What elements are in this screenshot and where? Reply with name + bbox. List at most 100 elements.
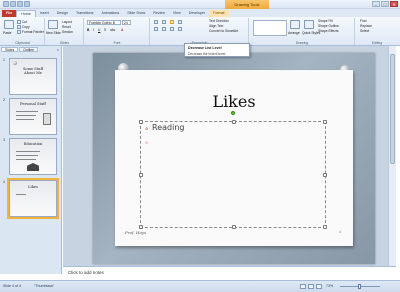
replace-button[interactable]: Replace [360,24,372,28]
slides-panel: Slides Outline × 1 Some Stuff About Me 2… [0,46,62,274]
align-center-button[interactable] [162,27,167,32]
signature-text: Prof. Hays [125,230,147,235]
slide-thumbnail-1[interactable]: Some Stuff About Me [9,58,57,95]
shadow-button[interactable]: S [104,28,106,32]
slide-thumbnail-2[interactable]: Personal Stuff [9,98,57,135]
tab-review[interactable]: Review [149,10,169,17]
zoom-level[interactable]: 73% [326,284,333,288]
new-slide-button[interactable]: New Slide [46,31,61,35]
ribbon: Paste Cut Copy Format Painter Clipboard … [0,17,400,46]
numbering-button[interactable] [162,20,167,25]
find-button[interactable]: Find [360,19,366,23]
increase-list-level-button[interactable] [178,20,183,25]
panel-close-icon[interactable]: × [57,47,59,52]
align-left-button[interactable] [154,27,159,32]
tab-outline[interactable]: Outline [19,47,38,52]
align-right-button[interactable] [170,27,175,32]
tab-view[interactable]: View [169,10,185,17]
resize-handle[interactable] [232,225,236,229]
font-color-button[interactable]: A [121,28,123,32]
paste-button[interactable]: Paste [3,31,11,35]
resize-handle[interactable] [139,173,143,177]
tab-developer[interactable]: Developer [185,10,209,17]
normal-view-button[interactable] [300,284,306,289]
tab-slide-show[interactable]: Slide Show [123,10,149,17]
justify-button[interactable] [178,27,183,32]
bullet-text[interactable]: Reading [152,123,184,132]
bullets-icon [154,20,158,25]
tab-design[interactable]: Design [53,10,72,17]
drawing-group: Arrange Quick Styles Shape Fill Shape Ou… [250,18,355,45]
slide-page-number: 4 [339,230,341,234]
minimize-button[interactable]: – [372,1,380,7]
arrange-icon[interactable] [290,20,300,29]
save-icon[interactable] [10,1,16,7]
redo-icon[interactable] [24,1,30,7]
shape-fill-button[interactable]: Shape Fill [318,19,333,23]
scissors-icon [17,20,21,25]
tab-transitions[interactable]: Transitions [72,10,97,17]
text-direction-button[interactable]: Text Direction [209,19,229,23]
format-painter-button[interactable]: Format Painter [17,30,44,35]
scrollbar-thumb[interactable] [390,54,395,164]
font-name-combo[interactable]: Franklin Gothic B [87,20,121,25]
resize-handle[interactable] [232,120,236,124]
shape-outline-button[interactable]: Shape Outline [318,24,339,28]
align-text-button[interactable]: Align Text [209,24,223,28]
content-placeholder[interactable]: ⊘ Reading ⊘ [139,120,327,229]
slide-title[interactable]: Likes [115,92,353,111]
italic-button[interactable]: I [93,28,94,32]
tab-format[interactable]: Format [209,10,229,17]
close-button[interactable]: ✕ [390,1,398,7]
shape-effects-button[interactable]: Shape Effects [318,29,338,33]
theme-name: "Thumbtack" [34,284,55,288]
slide-sorter-button[interactable] [308,284,314,289]
paragraph-group: Text Direction Align Text Convert to Sma… [151,18,249,45]
zoom-slider-knob[interactable] [358,284,361,289]
thumb-title: Education [23,142,43,146]
bold-button[interactable]: B [87,28,89,32]
arrange-button[interactable]: Arrange [288,31,300,35]
select-button[interactable]: Select [360,29,369,33]
rotation-handle[interactable] [231,111,235,115]
undo-icon[interactable] [17,1,23,7]
slide-thumbnail-3[interactable]: Education [9,138,57,175]
convert-smartart-button[interactable]: Convert to SmartArt [209,29,238,33]
thumb-text-line [16,111,38,112]
strikethrough-button[interactable]: abc [110,28,115,32]
app-icon[interactable] [3,1,9,7]
resize-handle[interactable] [139,120,143,124]
tab-file[interactable]: File [2,10,17,17]
tab-slides[interactable]: Slides [1,47,19,52]
new-slide-icon[interactable] [48,20,58,29]
tab-insert[interactable]: Insert [36,10,53,17]
maximize-button[interactable]: □ [381,1,389,7]
tab-home[interactable]: Home [16,10,36,17]
brush-icon [17,30,21,35]
resize-handle[interactable] [323,173,327,177]
shapes-gallery[interactable] [253,20,287,36]
decrease-list-level-button[interactable] [170,20,175,25]
font-size-combo[interactable]: 24 [122,20,131,25]
tooltip-title: Decrease List Level [188,46,222,50]
tab-animations[interactable]: Animations [97,10,123,17]
underline-button[interactable]: U [98,28,100,32]
copy-button[interactable]: Copy [17,25,30,30]
drawing-group-label: Drawing [295,41,309,45]
notes-pane[interactable]: Click to add notes [63,266,396,280]
resize-handle[interactable] [323,225,327,229]
slide-count: Slide 4 of 4 [3,284,21,288]
vertical-scrollbar[interactable] [388,46,396,266]
resize-handle[interactable] [139,225,143,229]
reset-button[interactable]: Reset [62,25,71,29]
paste-icon[interactable] [4,20,14,29]
editing-group-label: Editing [371,41,383,45]
quick-styles-icon[interactable] [304,20,314,29]
slide-thumbnail-4[interactable]: Likes [7,178,59,219]
resize-handle[interactable] [323,120,327,124]
cut-button[interactable]: Cut [17,20,27,25]
reading-view-button[interactable] [316,284,322,289]
bullets-button[interactable] [154,20,159,25]
section-button[interactable]: Section [62,30,73,34]
layout-button[interactable]: Layout [62,20,72,24]
